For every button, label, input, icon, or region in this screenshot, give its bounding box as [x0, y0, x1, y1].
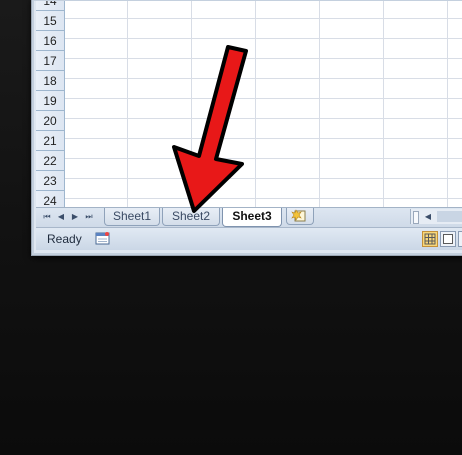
- red-arrow-annotation: [172, 45, 248, 213]
- arrow-icon: [172, 45, 248, 213]
